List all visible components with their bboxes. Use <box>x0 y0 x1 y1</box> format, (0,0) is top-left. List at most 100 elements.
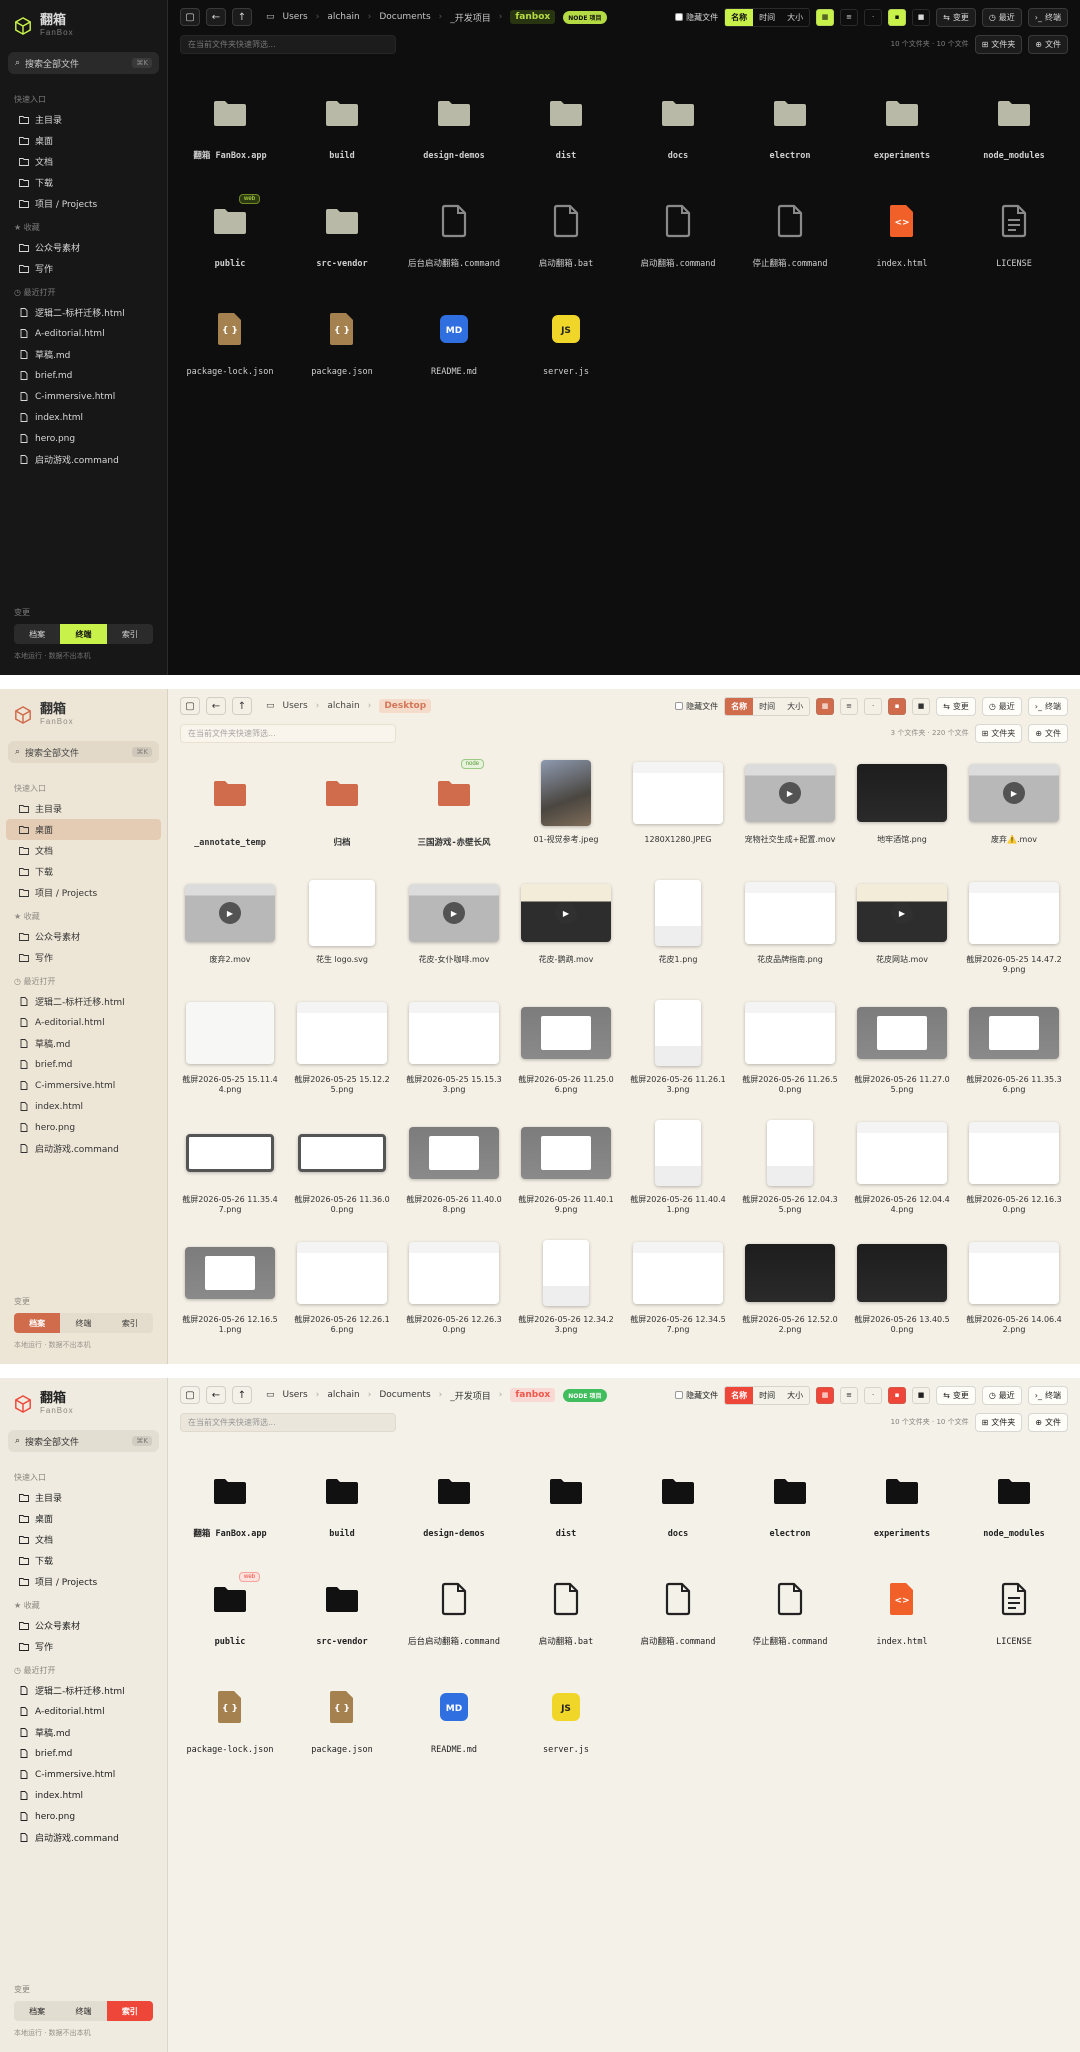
file-item[interactable]: experiments <box>848 84 956 188</box>
sidebar-item-recent[interactable]: A-editorial.html <box>6 1701 161 1722</box>
sidebar-item-favorite[interactable]: 公众号素材 <box>6 237 161 258</box>
file-item[interactable]: 截屏2026-05-26 12.26.16.png <box>288 1237 396 1355</box>
sidebar-item-quick[interactable]: 下载 <box>6 1550 161 1571</box>
file-item[interactable]: electron <box>736 1462 844 1566</box>
recent-button[interactable]: ◷ 最近 <box>981 7 1022 27</box>
recent-button[interactable]: ◷ 最近 <box>981 696 1022 716</box>
sidebar-item-recent[interactable]: hero.png <box>6 428 161 449</box>
file-item[interactable]: ▶ 花皮-女仆咖啡.mov <box>400 877 508 995</box>
density-small-icon[interactable]: · <box>864 8 883 26</box>
file-item[interactable]: 截屏2026-05-25 14.47.29.png <box>960 877 1068 995</box>
mode-tab[interactable]: 终端 <box>60 624 107 644</box>
sidebar-item-recent[interactable]: C-immersive.html <box>6 386 161 407</box>
breadcrumb-current[interactable]: Desktop <box>379 699 432 713</box>
sidebar-item-favorite[interactable]: 公众号素材 <box>6 1615 161 1636</box>
back-arrow-icon[interactable]: ← <box>206 697 226 715</box>
sidebar-item-favorite[interactable]: 写作 <box>6 1636 161 1657</box>
file-item[interactable]: 截屏2026-05-26 12.26.30.png <box>400 1237 508 1355</box>
sidebar-item-quick[interactable]: 项目 / Projects <box>6 882 161 903</box>
breadcrumb-item[interactable]: alchain <box>327 12 359 22</box>
sidebar-item-favorite[interactable]: 写作 <box>6 258 161 279</box>
sidebar-toggle-icon[interactable]: ▢ <box>180 697 200 715</box>
file-item[interactable]: dist <box>512 1462 620 1566</box>
file-item[interactable]: 1280X1280.JPEG <box>624 757 732 875</box>
file-item[interactable]: <> index.html <box>848 1570 956 1674</box>
file-item[interactable]: electron <box>736 84 844 188</box>
mode-tab[interactable]: 档案 <box>14 624 60 644</box>
breadcrumb-item[interactable]: alchain <box>327 1390 359 1400</box>
file-item[interactable]: 截屏2026-05-26 11.26.50.png <box>736 997 844 1115</box>
hidden-files-toggle[interactable]: 隐藏文件 <box>675 12 718 23</box>
density-small-icon[interactable]: · <box>864 697 883 715</box>
file-item[interactable]: <> index.html <box>848 192 956 296</box>
file-item[interactable]: design-demos <box>400 84 508 188</box>
breadcrumb-current[interactable]: fanbox <box>510 1388 556 1402</box>
file-item[interactable]: 停止翻箱.command <box>736 192 844 296</box>
global-search[interactable]: ⌕ 搜索全部文件 ⌘K <box>8 52 159 74</box>
file-item[interactable]: 花皮1.png <box>624 877 732 995</box>
file-item[interactable]: 停止翻箱.command <box>736 1570 844 1674</box>
file-item[interactable]: design-demos <box>400 1462 508 1566</box>
file-item[interactable]: { } package-lock.json <box>176 300 284 404</box>
file-item[interactable]: MD README.md <box>400 1678 508 1782</box>
global-search[interactable]: ⌕ 搜索全部文件 ⌘K <box>8 741 159 763</box>
sidebar-item-quick[interactable]: 项目 / Projects <box>6 193 161 214</box>
sidebar-item-recent[interactable]: 启动游戏.command <box>6 1827 161 1848</box>
breadcrumb-item[interactable]: Users <box>283 1390 308 1400</box>
sort-option[interactable]: 时间 <box>753 9 781 26</box>
new-file-button[interactable]: ⊕ 文件 <box>1028 723 1068 743</box>
back-arrow-icon[interactable]: ← <box>206 8 226 26</box>
density-small-icon[interactable]: · <box>864 1386 883 1404</box>
file-item[interactable]: { } package-lock.json <box>176 1678 284 1782</box>
checkbox-icon[interactable] <box>675 13 684 21</box>
density-medium-icon[interactable]: ▪ <box>888 697 907 715</box>
file-item[interactable]: 花皮品牌指南.png <box>736 877 844 995</box>
sidebar-toggle-icon[interactable]: ▢ <box>180 1386 200 1404</box>
file-item[interactable]: 归档 <box>288 757 396 875</box>
sidebar-item-quick[interactable]: 下载 <box>6 861 161 882</box>
sidebar-item-recent[interactable]: A-editorial.html <box>6 1012 161 1033</box>
file-item[interactable]: 截屏2026-05-25 15.15.33.png <box>400 997 508 1115</box>
file-item[interactable]: 截屏2026-05-26 11.40.41.png <box>624 1117 732 1235</box>
density-medium-icon[interactable]: ▪ <box>888 1386 907 1404</box>
sidebar-item-recent[interactable]: brief.md <box>6 1054 161 1075</box>
sidebar-item-recent[interactable]: C-immersive.html <box>6 1764 161 1785</box>
file-item[interactable]: 截屏2026-05-26 11.36.00.png <box>288 1117 396 1235</box>
file-item[interactable]: web public <box>176 1570 284 1674</box>
changes-button[interactable]: ⇆ 变更 <box>936 1385 976 1405</box>
file-item[interactable]: 截屏2026-05-26 11.27.05.png <box>848 997 956 1115</box>
file-item[interactable]: src-vendor <box>288 192 396 296</box>
file-item[interactable]: 启动翻箱.command <box>624 192 732 296</box>
mode-tab[interactable]: 档案 <box>14 2001 60 2021</box>
file-item[interactable]: 启动翻箱.bat <box>512 192 620 296</box>
grid-view-icon[interactable]: ▦ <box>816 8 835 26</box>
mode-tab[interactable]: 终端 <box>60 1313 106 1333</box>
file-item[interactable]: ▶ 废弃⚠️.mov <box>960 757 1068 875</box>
file-item[interactable]: node 三国游戏-赤壁长风 <box>400 757 508 875</box>
mode-tab[interactable]: 终端 <box>60 2001 106 2021</box>
file-item[interactable]: 启动翻箱.bat <box>512 1570 620 1674</box>
sort-option[interactable]: 名称 <box>725 1386 754 1404</box>
file-item[interactable]: 后台启动翻箱.command <box>400 1570 508 1674</box>
sidebar-item-recent[interactable]: 逻辑二-标杆迁移.html <box>6 302 161 323</box>
sidebar-item-quick[interactable]: 桌面 <box>6 819 161 840</box>
filter-input[interactable]: 在当前文件夹快速筛选... <box>180 723 396 743</box>
density-medium-icon[interactable]: ▪ <box>888 8 907 26</box>
file-item[interactable]: web public <box>176 192 284 296</box>
computer-icon[interactable]: ▭ <box>266 701 275 711</box>
sidebar-item-recent[interactable]: C-immersive.html <box>6 1075 161 1096</box>
sidebar-item-quick[interactable]: 项目 / Projects <box>6 1571 161 1592</box>
file-item[interactable]: 截屏2026-05-26 11.40.19.png <box>512 1117 620 1235</box>
list-view-icon[interactable]: ≡ <box>840 8 859 26</box>
breadcrumb-current[interactable]: fanbox <box>510 10 556 24</box>
sidebar-item-recent[interactable]: index.html <box>6 1096 161 1117</box>
sidebar-item-recent[interactable]: 逻辑二-标杆迁移.html <box>6 991 161 1012</box>
sidebar-item-recent[interactable]: hero.png <box>6 1117 161 1138</box>
file-item[interactable]: docs <box>624 1462 732 1566</box>
file-item[interactable]: 截屏2026-05-26 12.52.02.png <box>736 1237 844 1355</box>
sidebar-item-recent[interactable]: A-editorial.html <box>6 323 161 344</box>
terminal-button[interactable]: ›_ 终端 <box>1027 696 1068 716</box>
mode-tab[interactable]: 索引 <box>107 624 153 644</box>
breadcrumb-item[interactable]: Documents <box>379 12 430 22</box>
file-item[interactable]: LICENSE <box>960 1570 1068 1674</box>
